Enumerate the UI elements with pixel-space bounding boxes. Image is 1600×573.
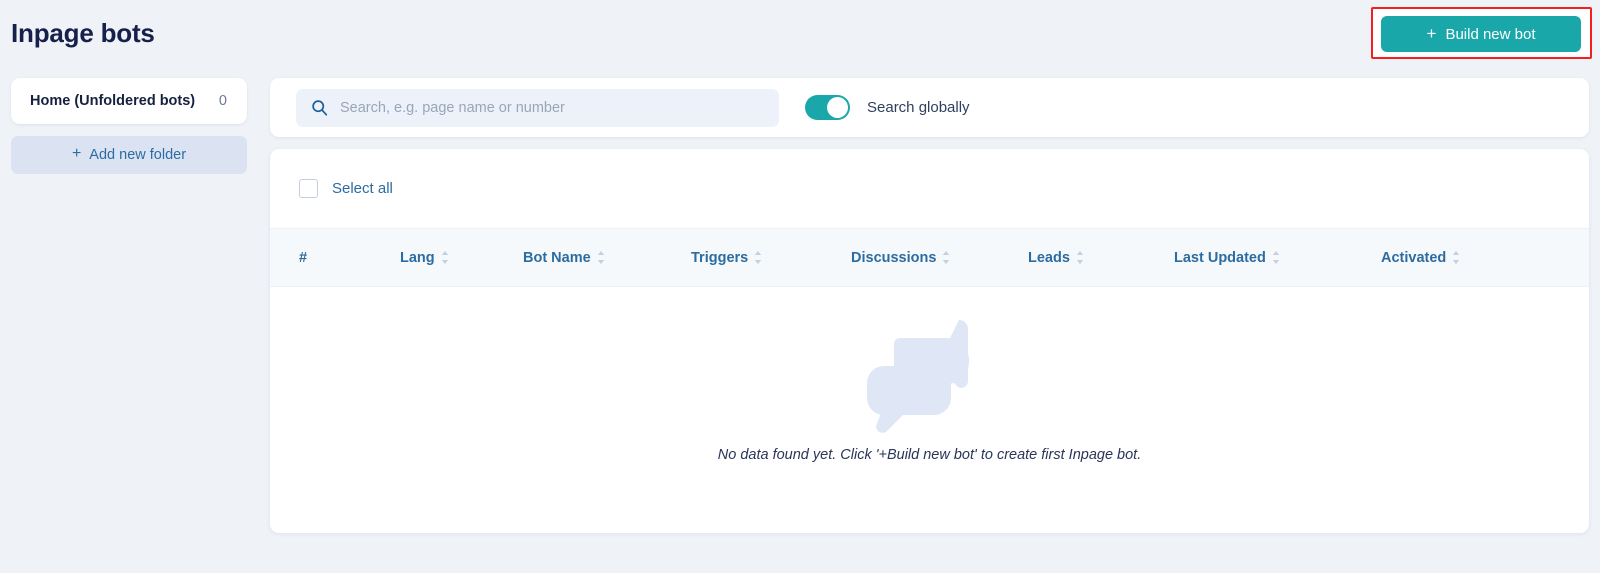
- select-all-label[interactable]: Select all: [332, 180, 393, 197]
- column-header-last-updated[interactable]: Last Updated: [1174, 250, 1381, 266]
- sidebar-item-home-unfoldered[interactable]: Home (Unfoldered bots) 0: [11, 78, 247, 124]
- search-icon: [312, 100, 328, 116]
- column-header-label: Leads: [1028, 249, 1070, 266]
- sort-arrows-icon: [1453, 251, 1460, 264]
- folder-name-label: Home (Unfoldered bots): [30, 93, 196, 109]
- folder-count-badge: 0: [218, 93, 227, 109]
- build-new-bot-button[interactable]: + Build new bot: [1381, 16, 1581, 52]
- select-all-row: Select all: [270, 149, 1589, 228]
- sidebar: Home (Unfoldered bots) 0 + Add new folde…: [11, 78, 247, 174]
- column-header-leads[interactable]: Leads: [1028, 250, 1174, 266]
- column-header-index[interactable]: #: [270, 250, 400, 266]
- empty-state: No data found yet. Click '+Build new bot…: [270, 287, 1589, 531]
- add-new-folder-button[interactable]: + Add new folder: [11, 136, 247, 174]
- toggle-knob: [827, 97, 848, 118]
- column-header-discussions[interactable]: Discussions: [851, 250, 1028, 266]
- search-field-wrapper[interactable]: [296, 88, 779, 127]
- sort-arrows-icon: [441, 251, 448, 264]
- search-toolbar: Search globally: [270, 78, 1589, 137]
- main-content: Search globally Select all # Lang: [270, 78, 1589, 533]
- sort-arrows-icon: [1076, 251, 1084, 264]
- sort-arrows-icon: [597, 251, 604, 264]
- search-globally-toggle-group: Search globally: [805, 95, 970, 120]
- plus-icon: +: [71, 145, 82, 162]
- column-header-label: Bot Name: [523, 249, 591, 266]
- search-globally-toggle[interactable]: [805, 95, 850, 120]
- column-header-label: #: [299, 249, 308, 266]
- column-header-label: Lang: [400, 249, 435, 266]
- build-new-bot-label: Build new bot: [1445, 25, 1536, 43]
- search-input[interactable]: [340, 99, 740, 116]
- column-header-label: Last Updated: [1174, 249, 1266, 266]
- sort-arrows-icon: [1272, 251, 1280, 264]
- column-header-bot-name[interactable]: Bot Name: [523, 250, 691, 266]
- bots-table-card: Select all # Lang Bot Name Triggers Disc…: [270, 149, 1589, 533]
- page-root: Inpage bots + Build new bot Home (Unfold…: [0, 0, 1600, 573]
- column-header-label: Discussions: [851, 249, 937, 266]
- select-all-checkbox[interactable]: [299, 179, 318, 198]
- page-header: Inpage bots + Build new bot: [0, 0, 1600, 66]
- sort-arrows-icon: [755, 251, 762, 264]
- chat-bubbles-icon: [866, 320, 969, 433]
- column-header-activated[interactable]: Activated: [1381, 250, 1561, 266]
- column-header-label: Triggers: [691, 249, 749, 266]
- column-header-triggers[interactable]: Triggers: [691, 250, 851, 266]
- plus-icon: +: [1426, 23, 1437, 43]
- column-header-lang[interactable]: Lang: [400, 250, 523, 266]
- column-header-label: Activated: [1381, 249, 1447, 266]
- search-globally-label: Search globally: [867, 99, 970, 116]
- table-header-row: # Lang Bot Name Triggers Discussions Lea…: [270, 228, 1589, 287]
- empty-state-message: No data found yet. Click '+Build new bot…: [717, 447, 1142, 463]
- sort-arrows-icon: [943, 251, 950, 264]
- page-title: Inpage bots: [11, 18, 155, 48]
- add-new-folder-label: Add new folder: [89, 147, 187, 163]
